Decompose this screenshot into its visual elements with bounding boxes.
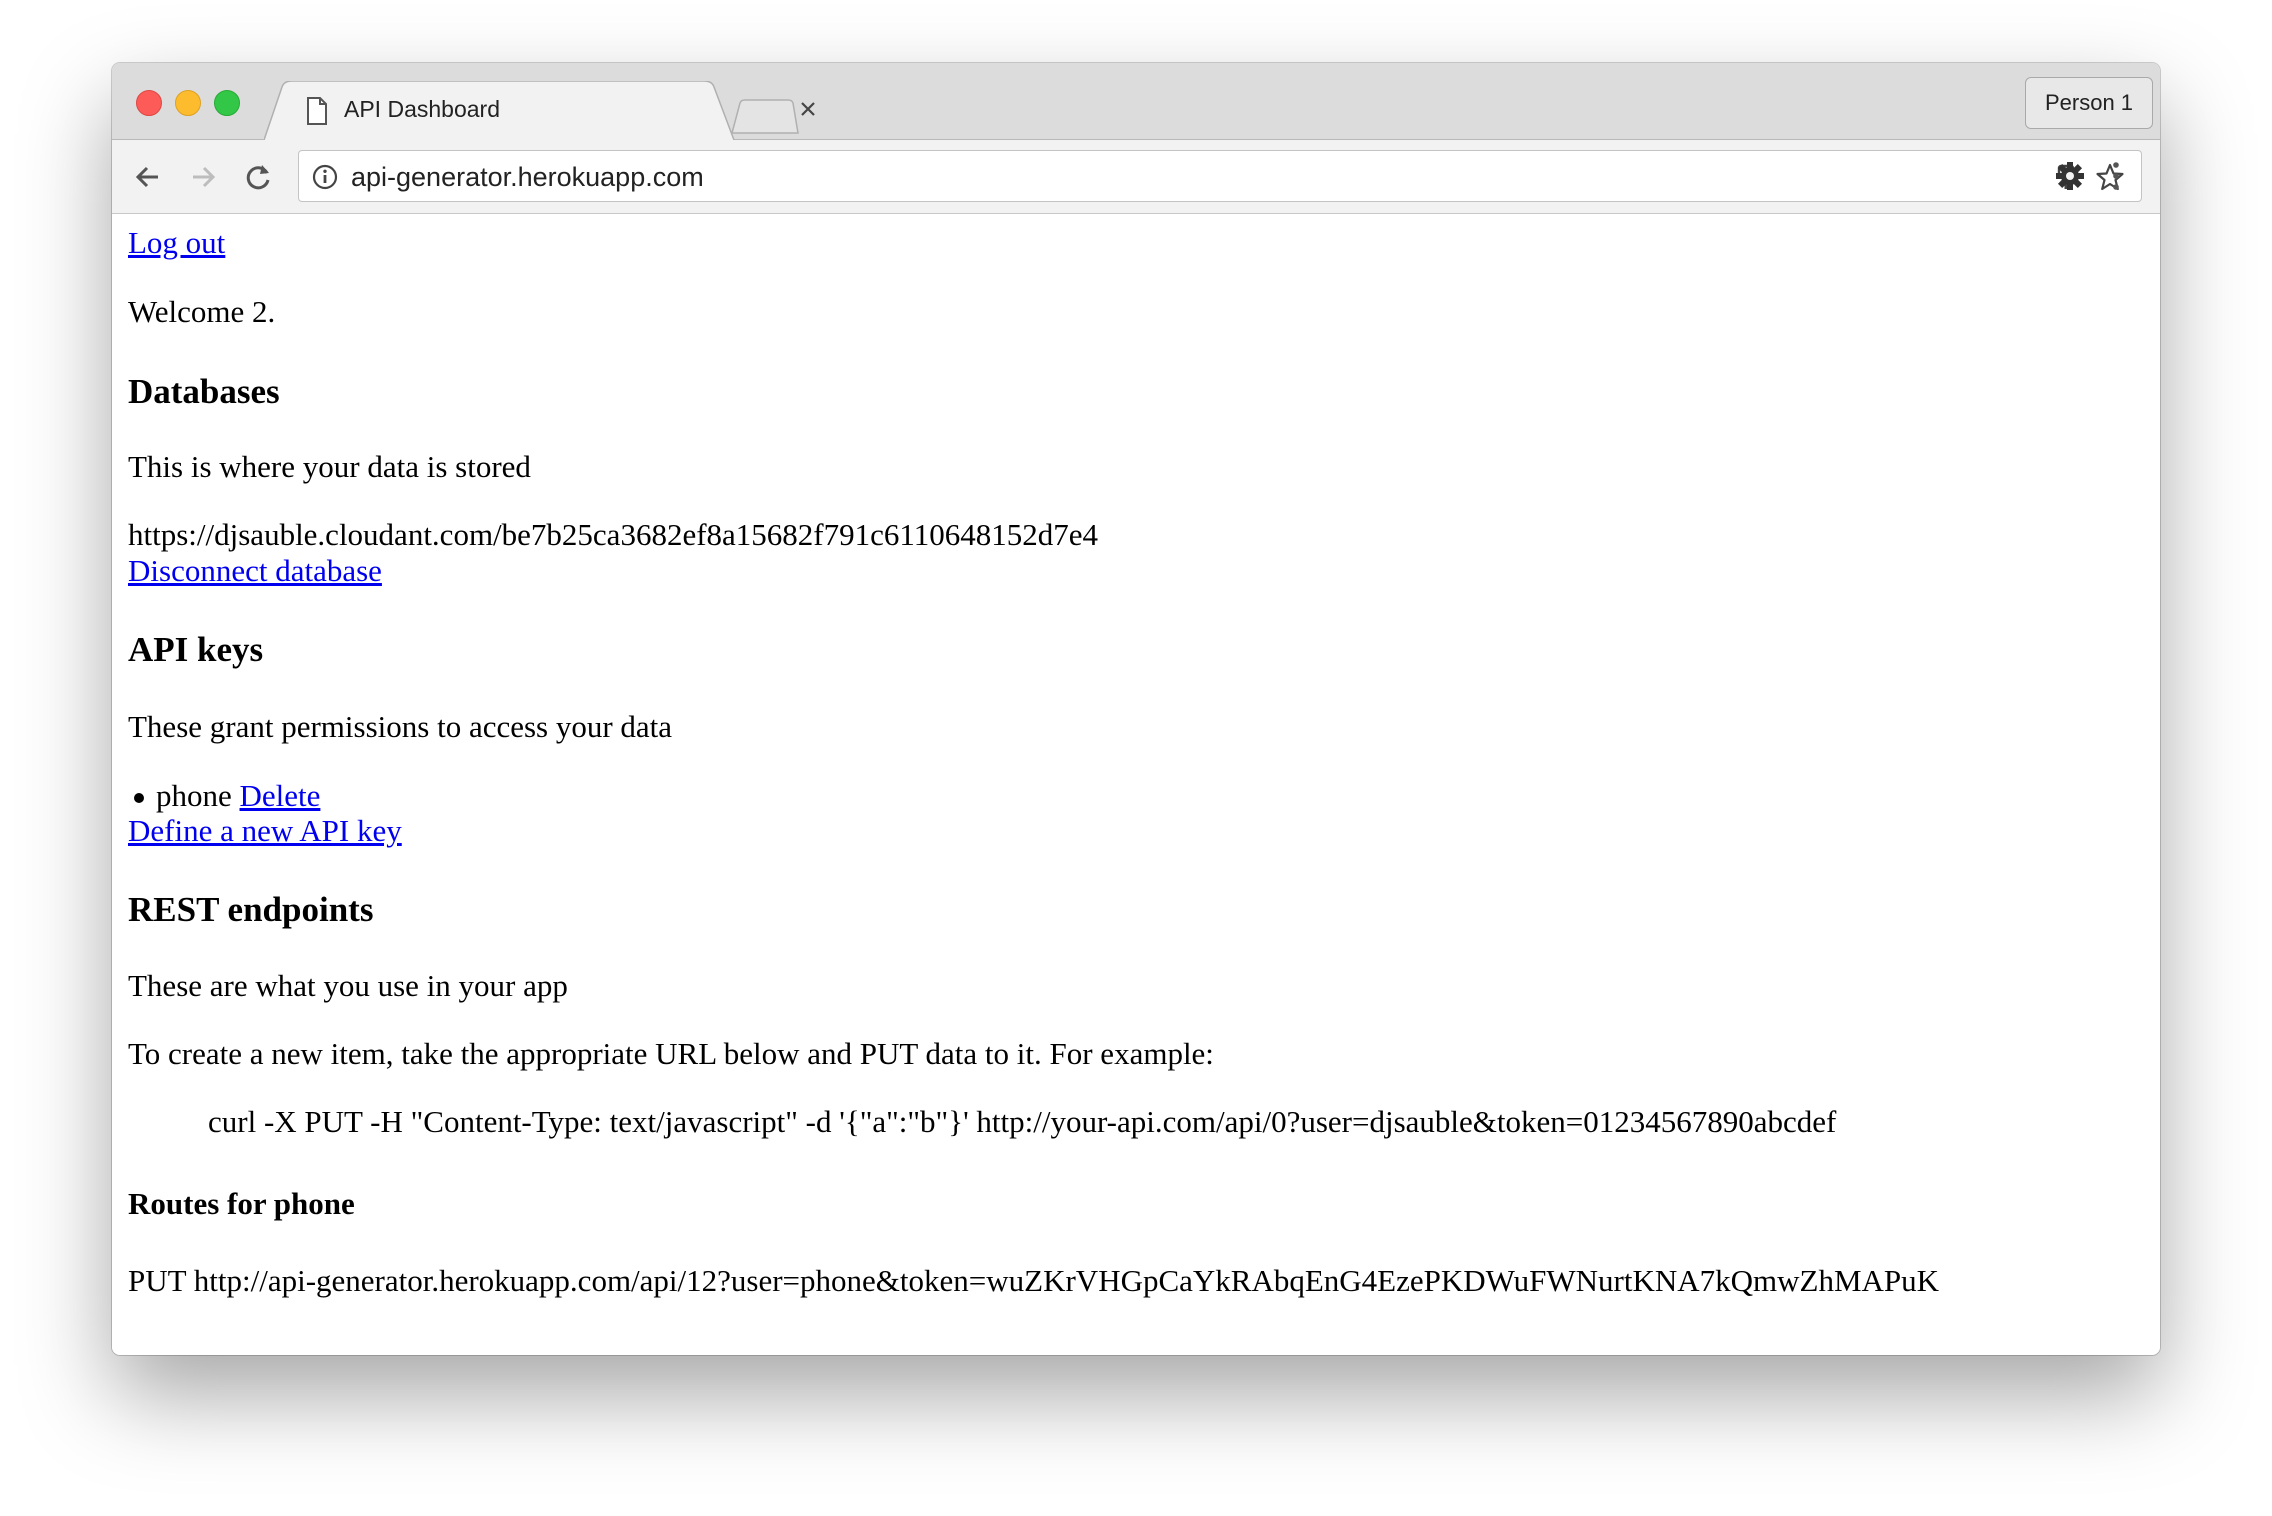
tab-title: API Dashboard	[344, 96, 500, 122]
profile-button[interactable]: Person 1	[2025, 77, 2153, 129]
define-api-key-link[interactable]: Define a new API key	[128, 813, 402, 849]
tab-api-dashboard[interactable]: API Dashboard	[264, 81, 815, 140]
close-window-button[interactable]	[136, 90, 162, 116]
rest-instructions: To create a new item, take the appropria…	[128, 1036, 1214, 1071]
toolbar: api-generator.herokuapp.com	[112, 140, 2160, 214]
routes-heading: Routes for phone	[128, 1186, 355, 1221]
route-put-url: PUT http://api-generator.herokuapp.com/a…	[128, 1263, 1940, 1298]
menu-dots-icon[interactable]	[2110, 160, 2122, 192]
address-bar[interactable]: api-generator.herokuapp.com	[298, 150, 2142, 202]
rest-description: These are what you use in your app	[128, 968, 568, 1003]
new-tab-button[interactable]	[730, 99, 800, 135]
title-bar: API Dashboard Person 1	[112, 63, 2160, 140]
databases-description: This is where your data is stored	[128, 449, 531, 484]
rest-endpoints-heading: REST endpoints	[128, 890, 374, 929]
logout-link[interactable]: Log out	[128, 225, 225, 261]
url-text[interactable]: api-generator.herokuapp.com	[351, 162, 704, 193]
delete-api-key-link[interactable]: Delete	[240, 778, 321, 813]
api-key-item: phone Delete	[156, 778, 320, 814]
welcome-text: Welcome 2.	[128, 294, 276, 329]
databases-heading: Databases	[128, 372, 280, 411]
back-arrow-icon[interactable]	[130, 159, 166, 195]
api-keys-description: These grant permissions to access your d…	[128, 709, 673, 744]
api-key-name: phone	[156, 778, 232, 813]
curl-example: curl -X PUT -H "Content-Type: text/javas…	[208, 1104, 1837, 1139]
api-keys-heading: API keys	[128, 630, 264, 669]
database-url: https://djsauble.cloudant.com/be7b25ca36…	[128, 517, 1098, 552]
info-icon[interactable]	[311, 163, 339, 191]
gear-icon[interactable]	[2054, 160, 2086, 192]
disconnect-database-link[interactable]: Disconnect database	[128, 553, 382, 589]
list-bullet	[134, 793, 144, 803]
page-icon	[307, 97, 327, 125]
browser-window: API Dashboard Person 1 api-generator.her…	[112, 63, 2160, 1355]
page-content: Log out Welcome 2. Databases This is whe…	[112, 214, 2160, 1355]
zoom-window-button[interactable]	[214, 90, 240, 116]
reload-icon[interactable]	[240, 159, 276, 195]
forward-arrow-icon[interactable]	[185, 159, 221, 195]
minimize-window-button[interactable]	[175, 90, 201, 116]
